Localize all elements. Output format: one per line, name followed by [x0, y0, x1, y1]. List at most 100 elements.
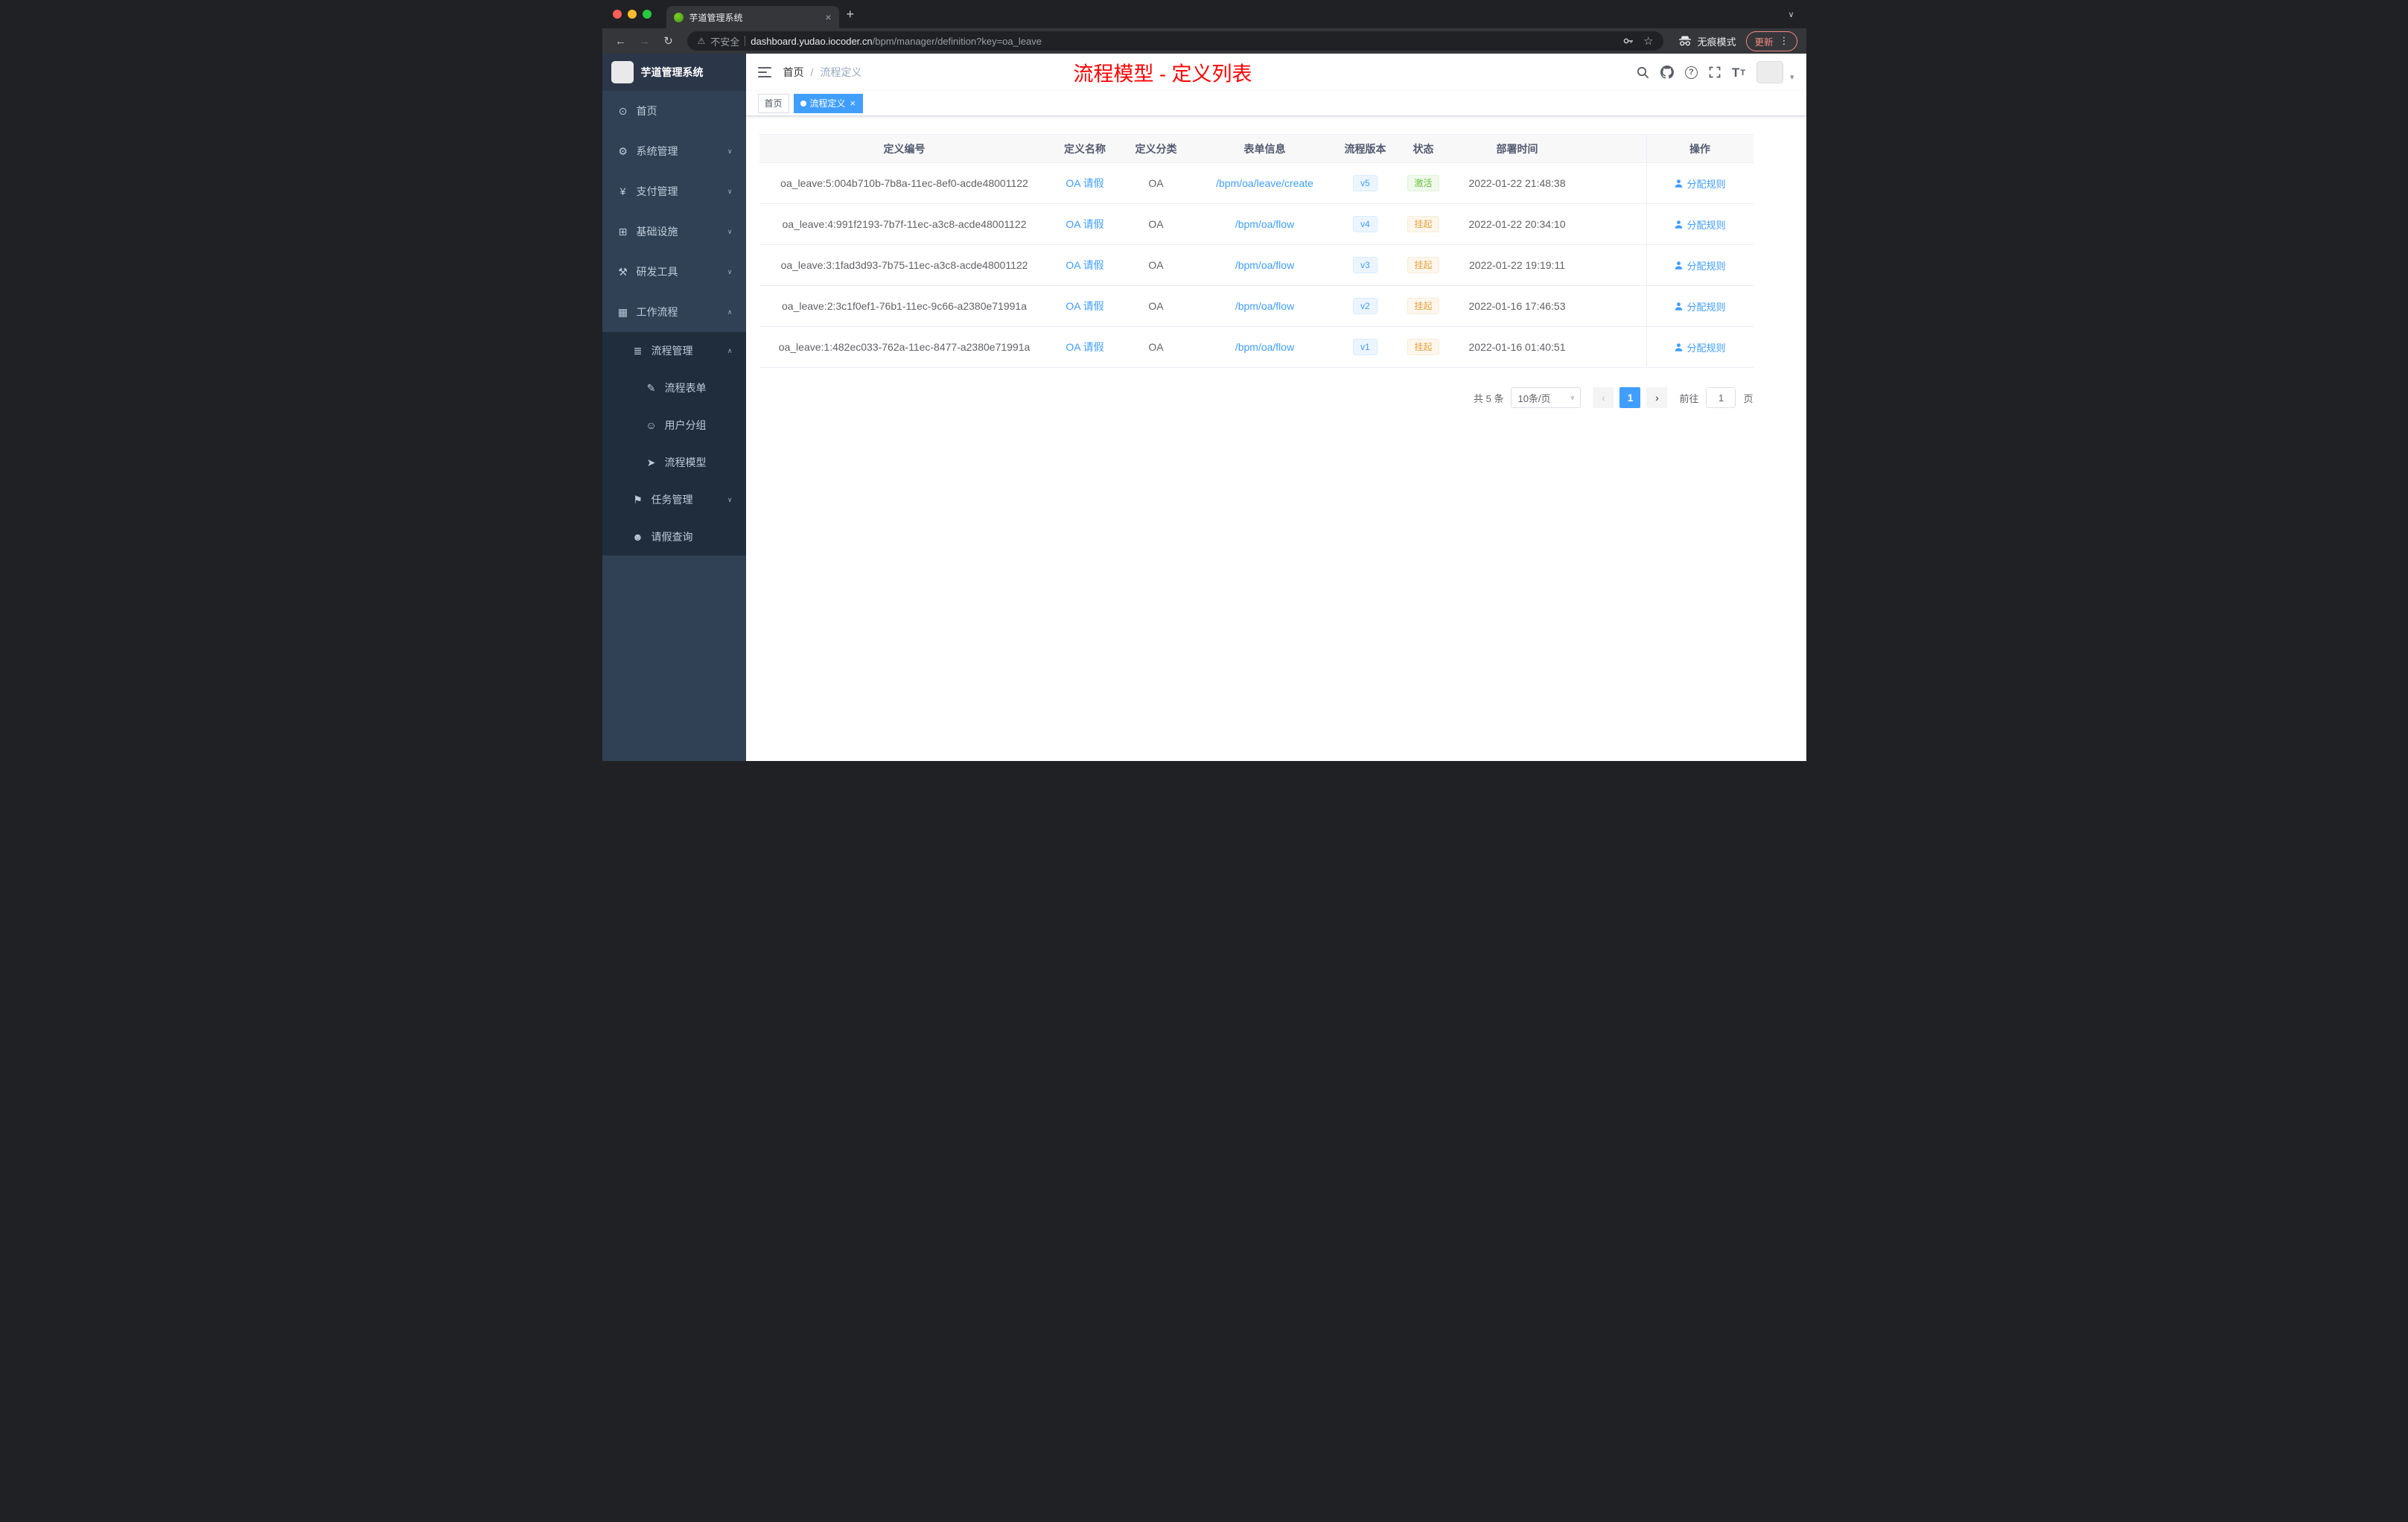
url-host: dashboard.yudao.iocoder.cn	[751, 35, 873, 47]
action-cell: 分配规则	[1646, 286, 1754, 326]
avatar-caret-down-icon[interactable]: ▾	[1790, 72, 1794, 83]
sidebar-item-label: 流程表单	[664, 382, 707, 394]
password-key-icon[interactable]	[1622, 35, 1634, 47]
assign-rule-link[interactable]: 分配规则	[1674, 299, 1726, 313]
sidebar-item-label: 流程模型	[664, 456, 707, 468]
page-size-value: 10条/页	[1517, 392, 1551, 404]
prev-page-button[interactable]: ‹	[1593, 387, 1614, 408]
address-toolbar: ← → ↻ ⚠ 不安全 dashboard.yudao.iocoder.cn/b…	[602, 28, 1806, 54]
sidebar-item-process-form[interactable]: ✎ 流程表单	[602, 369, 746, 407]
assign-rule-link[interactable]: 分配规则	[1674, 340, 1726, 354]
form-icon: ✎	[646, 381, 656, 394]
sidebar-item-label: 首页	[636, 105, 657, 117]
form-link[interactable]: /bpm/oa/flow	[1235, 341, 1294, 353]
form-link[interactable]: /bpm/oa/flow	[1235, 300, 1294, 312]
tag-close-icon[interactable]: ×	[850, 98, 857, 108]
search-icon[interactable]	[1637, 66, 1649, 79]
zoom-window-button[interactable]	[642, 10, 652, 19]
forward-button[interactable]: →	[635, 35, 654, 48]
sidebar-item-task-management[interactable]: ⚑ 任务管理 ∨	[602, 481, 746, 518]
assign-rule-link[interactable]: 分配规则	[1674, 176, 1726, 191]
definition-id: oa_leave:1:482ec033-762a-11ec-8477-a2380…	[778, 341, 1031, 353]
tab-favicon-icon	[673, 12, 684, 22]
action-cell: 分配规则	[1646, 163, 1754, 203]
sidebar-item-user-group[interactable]: ☺ 用户分组	[602, 407, 746, 444]
help-icon[interactable]: ?	[1684, 66, 1698, 79]
tag-process-definition[interactable]: 流程定义 ×	[793, 93, 864, 113]
sidebar-item-process-management[interactable]: ≣ 流程管理 ∧	[602, 332, 746, 369]
sidebar-item-devtools[interactable]: ⚒ 研发工具 ∨	[602, 252, 746, 292]
definition-name-link[interactable]: OA 请假	[1066, 176, 1103, 191]
assign-rule-link[interactable]: 分配规则	[1674, 258, 1726, 273]
sidebar-item-infrastructure[interactable]: ⊞ 基础设施 ∨	[602, 211, 746, 252]
close-window-button[interactable]	[612, 10, 622, 19]
definition-name-link[interactable]: OA 请假	[1066, 217, 1103, 232]
sidebar-item-process-model[interactable]: ➤ 流程模型	[602, 444, 746, 481]
status-badge: 激活	[1407, 174, 1439, 192]
minimize-window-button[interactable]	[627, 10, 637, 19]
sidebar-item-payment[interactable]: ¥ 支付管理 ∨	[602, 171, 746, 211]
font-size-icon[interactable]: TT	[1732, 66, 1745, 79]
new-tab-button[interactable]: +	[847, 7, 855, 22]
sidebar-item-label: 研发工具	[636, 266, 678, 278]
incognito-icon	[1678, 35, 1692, 47]
definition-name-cell: OA 请假	[1050, 163, 1121, 203]
browser-menu-icon[interactable]: ⋮	[1780, 35, 1789, 47]
sidebar: 芋道管理系统 ⊙ 首页 ⚙ 系统管理 ∨ ¥ 支付管理 ∨ ⊞ 基础设施 ∨ ⚒ 研发工具 ∨ ▦ 工作流程 ∧…	[602, 54, 746, 761]
address-bar[interactable]: ⚠ 不安全 dashboard.yudao.iocoder.cn/bpm/man…	[687, 31, 1664, 51]
definition-id: oa_leave:5:004b710b-7b8a-11ec-8ef0-acde4…	[780, 177, 1028, 189]
chevron-down-icon: ∨	[727, 227, 733, 235]
definition-category: OA	[1148, 177, 1164, 189]
breadcrumb-home[interactable]: 首页	[783, 65, 804, 80]
active-tag-dot	[800, 100, 806, 106]
github-icon[interactable]	[1660, 66, 1674, 79]
users-icon: ☺	[646, 419, 657, 431]
sidebar-item-workflow[interactable]: ▦ 工作流程 ∧	[602, 292, 746, 332]
total-count-label: 共 5 条	[1474, 392, 1504, 404]
update-button[interactable]: 更新 ⋮	[1746, 31, 1797, 51]
definition-name-cell: OA 请假	[1050, 245, 1121, 285]
back-button[interactable]: ←	[611, 35, 631, 48]
goto-page-input[interactable]	[1706, 387, 1736, 408]
form-link[interactable]: /bpm/oa/leave/create	[1216, 177, 1313, 189]
tab-search-chevron-icon[interactable]: ∨	[1788, 10, 1794, 19]
sidebar-item-label: 用户分组	[664, 419, 707, 431]
page-1-button[interactable]: 1	[1619, 387, 1641, 408]
sidebar-item-system[interactable]: ⚙ 系统管理 ∨	[602, 131, 746, 171]
pager: ‹ 1 ›	[1593, 387, 1668, 408]
deploy-time: 2022-01-16 17:46:53	[1468, 300, 1566, 312]
browser-tab[interactable]: 芋道管理系统 ×	[666, 6, 839, 28]
user-avatar[interactable]	[1756, 61, 1783, 83]
form-link[interactable]: /bpm/oa/flow	[1235, 218, 1294, 230]
definition-name-link[interactable]: OA 请假	[1066, 299, 1103, 313]
tag-home[interactable]: 首页	[757, 93, 789, 113]
next-page-button[interactable]: ›	[1646, 387, 1668, 408]
definition-name-link[interactable]: OA 请假	[1066, 258, 1103, 273]
form-link[interactable]: /bpm/oa/flow	[1235, 259, 1294, 271]
table-row: oa_leave:2:3c1f0ef1-76b1-11ec-9c66-a2380…	[759, 286, 1754, 327]
sidebar-item-home[interactable]: ⊙ 首页	[602, 91, 746, 131]
deploy-time: 2022-01-22 19:19:11	[1469, 259, 1565, 271]
assign-rule-link[interactable]: 分配规则	[1674, 217, 1726, 232]
fullscreen-icon[interactable]	[1709, 66, 1721, 78]
reload-button[interactable]: ↻	[659, 34, 678, 48]
tab-strip: 芋道管理系统 × + ∨	[602, 0, 1806, 28]
definition-name-link[interactable]: OA 请假	[1066, 340, 1103, 354]
bookmark-star-icon[interactable]: ☆	[1643, 34, 1653, 48]
logo-image	[611, 61, 634, 83]
form-info-cell: /bpm/oa/leave/create	[1192, 163, 1338, 203]
column-header: 定义编号	[883, 142, 926, 155]
version-cell: v2	[1338, 286, 1393, 326]
browser-window: 芋道管理系统 × + ∨ ← → ↻ ⚠ 不安全 dashboard.yudao…	[602, 0, 1806, 761]
action-cell: 分配规则	[1646, 245, 1754, 285]
row-filler	[1581, 286, 1646, 326]
page-size-select[interactable]: 10条/页 ▾	[1511, 387, 1582, 408]
user-icon	[1674, 343, 1684, 352]
status-cell: 挂起	[1393, 204, 1454, 244]
goto-label: 前往	[1679, 392, 1699, 404]
sidebar-item-leave-query[interactable]: ☻ 请假查询	[602, 518, 746, 555]
tab-close-icon[interactable]: ×	[825, 11, 831, 23]
hamburger-icon[interactable]	[757, 66, 771, 78]
yen-icon: ¥	[619, 185, 626, 197]
breadcrumb: 首页 / 流程定义	[783, 65, 862, 80]
